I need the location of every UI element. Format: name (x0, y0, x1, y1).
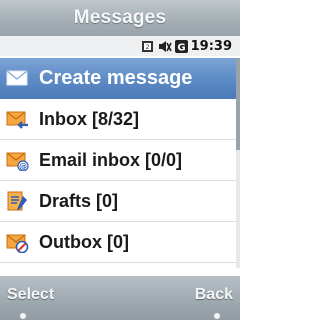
back-softkey[interactable]: Back (195, 286, 233, 304)
svg-text:@: @ (19, 162, 27, 171)
left-softkey-dot-icon (20, 313, 26, 319)
page-title: Messages (73, 7, 167, 28)
outbox-icon (5, 230, 29, 254)
envelope-icon (5, 66, 29, 90)
menu-item-label: Email inbox [0/0] (39, 149, 183, 170)
scrollbar-thumb[interactable] (236, 58, 240, 150)
menu-item-label: Create message (39, 66, 193, 89)
select-softkey[interactable]: Select (7, 286, 54, 304)
g-network-icon: G (174, 39, 188, 53)
svg-text:2: 2 (145, 44, 149, 51)
sim-card-icon: 2 (141, 40, 155, 53)
menu-item-email-inbox[interactable]: @ Email inbox [0/0] (0, 140, 236, 181)
scrollbar[interactable] (236, 58, 240, 268)
softkey-bar: Select Back (0, 276, 240, 320)
email-inbox-icon: @ (5, 148, 29, 172)
menu-item-create-message[interactable]: Create message (0, 58, 236, 99)
menu-item-inbox[interactable]: Inbox [8/32] (0, 99, 236, 140)
clock: 19:39 (190, 38, 232, 54)
menu-item-label: Outbox [0] (39, 231, 129, 252)
silent-mode-icon (158, 40, 172, 53)
inbox-icon (5, 107, 29, 131)
svg-text:G: G (177, 42, 185, 53)
right-softkey-dot-icon (214, 313, 220, 319)
status-bar: 2 G 19:39 (0, 36, 240, 56)
menu-item-drafts[interactable]: Drafts [0] (0, 181, 236, 222)
menu-item-outbox[interactable]: Outbox [0] (0, 222, 236, 263)
menu-item-label: Drafts [0] (39, 190, 119, 211)
drafts-icon (5, 189, 29, 213)
title-bar: Messages (0, 0, 240, 36)
menu-item-label: Inbox [8/32] (39, 108, 140, 129)
messages-menu: Create message Inbox [8/32] @ Email inbo… (0, 58, 236, 263)
